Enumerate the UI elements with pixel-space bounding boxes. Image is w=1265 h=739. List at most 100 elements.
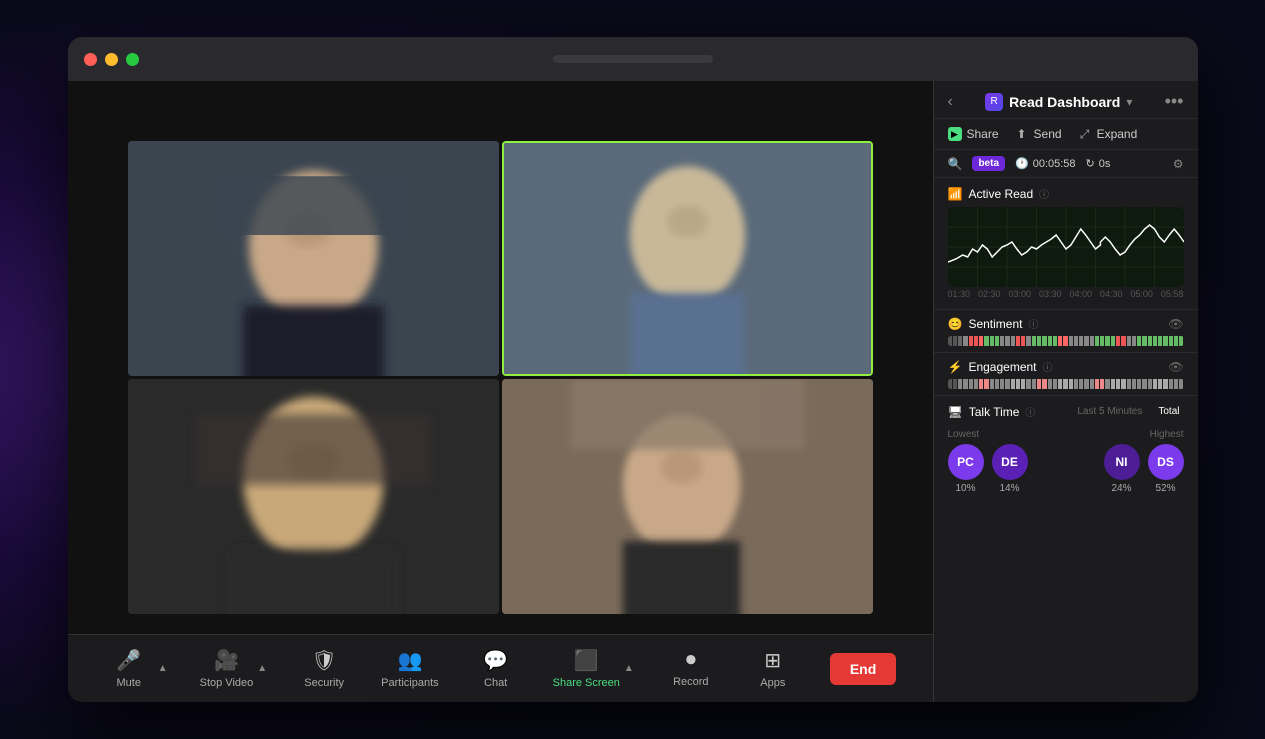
sentiment-segment (1084, 336, 1088, 346)
engagement-segment (979, 379, 983, 389)
sentiment-segment (969, 336, 973, 346)
chart-label-5: 04:30 (1100, 289, 1123, 299)
sentiment-segment (1026, 336, 1030, 346)
share-screen-button[interactable]: ⬛ Share Screen (553, 648, 620, 689)
share-button[interactable]: ▶ Share (948, 127, 999, 141)
engagement-segment (1105, 379, 1109, 389)
engagement-segment (1116, 379, 1120, 389)
panel-back-button[interactable]: ‹ (948, 93, 953, 111)
share-group: ⬛ Share Screen ▲ (553, 648, 634, 689)
beta-badge: beta (972, 156, 1005, 171)
share-chevron[interactable]: ▲ (624, 663, 634, 674)
expand-button[interactable]: ⤢ Expand (1078, 127, 1138, 141)
clock-icon: 🕐 (1015, 157, 1029, 170)
sentiment-segment (984, 336, 988, 346)
record-button[interactable]: ⏺ Record (666, 649, 716, 688)
mute-icon: 🎤 (116, 648, 141, 673)
address-bar[interactable] (553, 55, 713, 63)
sentiment-segment (1163, 336, 1167, 346)
main-content: 🎤 Mute ▲ 🎥 Stop Video ▲ 🛡 Security (68, 81, 1198, 702)
chart-label-7: 05:58 (1161, 289, 1184, 299)
avatar-pc: PC 10% (948, 444, 984, 494)
video-group: 🎥 Stop Video ▲ (200, 648, 268, 689)
engagement-segment (984, 379, 988, 389)
sentiment-segment (1048, 336, 1052, 346)
sentiment-segment (1021, 336, 1025, 346)
security-button[interactable]: 🛡 Security (299, 648, 349, 689)
sentiment-segment (953, 336, 957, 346)
share-label: Share (967, 127, 999, 141)
engagement-segment (1016, 379, 1020, 389)
sentiment-segment (948, 336, 952, 346)
sentiment-segment (979, 336, 983, 346)
sentiment-segment (1121, 336, 1125, 346)
end-button[interactable]: End (830, 653, 896, 685)
talk-time-label: Talk Time (969, 405, 1020, 419)
sentiment-segment (1053, 336, 1057, 346)
engagement-segment (1079, 379, 1083, 389)
tab-total[interactable]: Total (1154, 404, 1183, 419)
expand-icon: ⤢ (1078, 127, 1092, 141)
engagement-eye-icon[interactable]: 👁 (1168, 360, 1183, 374)
sentiment-title: 😊 Sentiment ⓘ (948, 316, 1039, 331)
settings-icon[interactable]: ⚙ (1173, 157, 1184, 171)
highest-label: Highest (1150, 429, 1184, 440)
avatar-ds-circle: DS (1148, 444, 1184, 480)
panel-more-button[interactable]: ••• (1165, 91, 1184, 112)
chart-label-2: 03:00 (1008, 289, 1031, 299)
participant-video-3 (128, 379, 499, 614)
active-read-title: 📶 Active Read ⓘ (948, 186, 1184, 201)
engagement-segment (948, 379, 952, 389)
active-read-label: Active Read (968, 187, 1033, 201)
tab-last-5min[interactable]: Last 5 Minutes (1073, 404, 1146, 419)
stop-video-button[interactable]: 🎥 Stop Video (200, 648, 254, 689)
close-button[interactable] (84, 53, 97, 66)
sentiment-segment (1153, 336, 1157, 346)
video-cell-4[interactable] (502, 379, 873, 614)
sentiment-segment (990, 336, 994, 346)
video-cell-1[interactable] (128, 141, 499, 376)
title-bar (68, 37, 1198, 81)
video-chevron[interactable]: ▲ (257, 663, 267, 674)
sentiment-segment (1174, 336, 1178, 346)
apps-button[interactable]: ⊞ Apps (748, 648, 798, 689)
highest-group: Highest NI 24% DS 52% (1104, 429, 1184, 494)
engagement-section: ⚡ Engagement ⓘ 👁 (934, 353, 1198, 396)
sentiment-segment (958, 336, 962, 346)
apps-icon: ⊞ (764, 648, 781, 673)
participants-button[interactable]: 👥 Participants (381, 648, 438, 689)
engagement-segment (963, 379, 967, 389)
avatar-ni-circle: NI (1104, 444, 1140, 480)
engagement-segment (995, 379, 999, 389)
chat-button[interactable]: 💬 Chat (471, 648, 521, 689)
sentiment-segment (1037, 336, 1041, 346)
mute-chevron[interactable]: ▲ (158, 663, 168, 674)
avatar-pc-pct: 10% (955, 483, 975, 494)
engagement-segment (1063, 379, 1067, 389)
engagement-segment (1132, 379, 1136, 389)
engagement-segment (1021, 379, 1025, 389)
engagement-segment (1037, 379, 1041, 389)
engagement-segment (1011, 379, 1015, 389)
mute-button[interactable]: 🎤 Mute (104, 648, 154, 689)
sentiment-segment (1158, 336, 1162, 346)
sentiment-segment (1000, 336, 1004, 346)
sentiment-segment (963, 336, 967, 346)
engagement-segment (958, 379, 962, 389)
wifi-icon: 📶 (948, 187, 963, 201)
maximize-button[interactable] (126, 53, 139, 66)
video-cell-3[interactable] (128, 379, 499, 614)
minimize-button[interactable] (105, 53, 118, 66)
engagement-segment (1137, 379, 1141, 389)
send-button[interactable]: ⬆ Send (1015, 127, 1062, 141)
video-label: Stop Video (200, 677, 254, 689)
chart-label-4: 04:00 (1069, 289, 1092, 299)
sentiment-segment (1132, 336, 1136, 346)
mute-label: Mute (116, 677, 140, 689)
apps-label: Apps (760, 677, 785, 689)
video-cell-2[interactable] (502, 141, 873, 376)
sentiment-segment (1179, 336, 1183, 346)
sentiment-eye-icon[interactable]: 👁 (1168, 317, 1183, 331)
engagement-segment (1048, 379, 1052, 389)
engagement-segment (1000, 379, 1004, 389)
